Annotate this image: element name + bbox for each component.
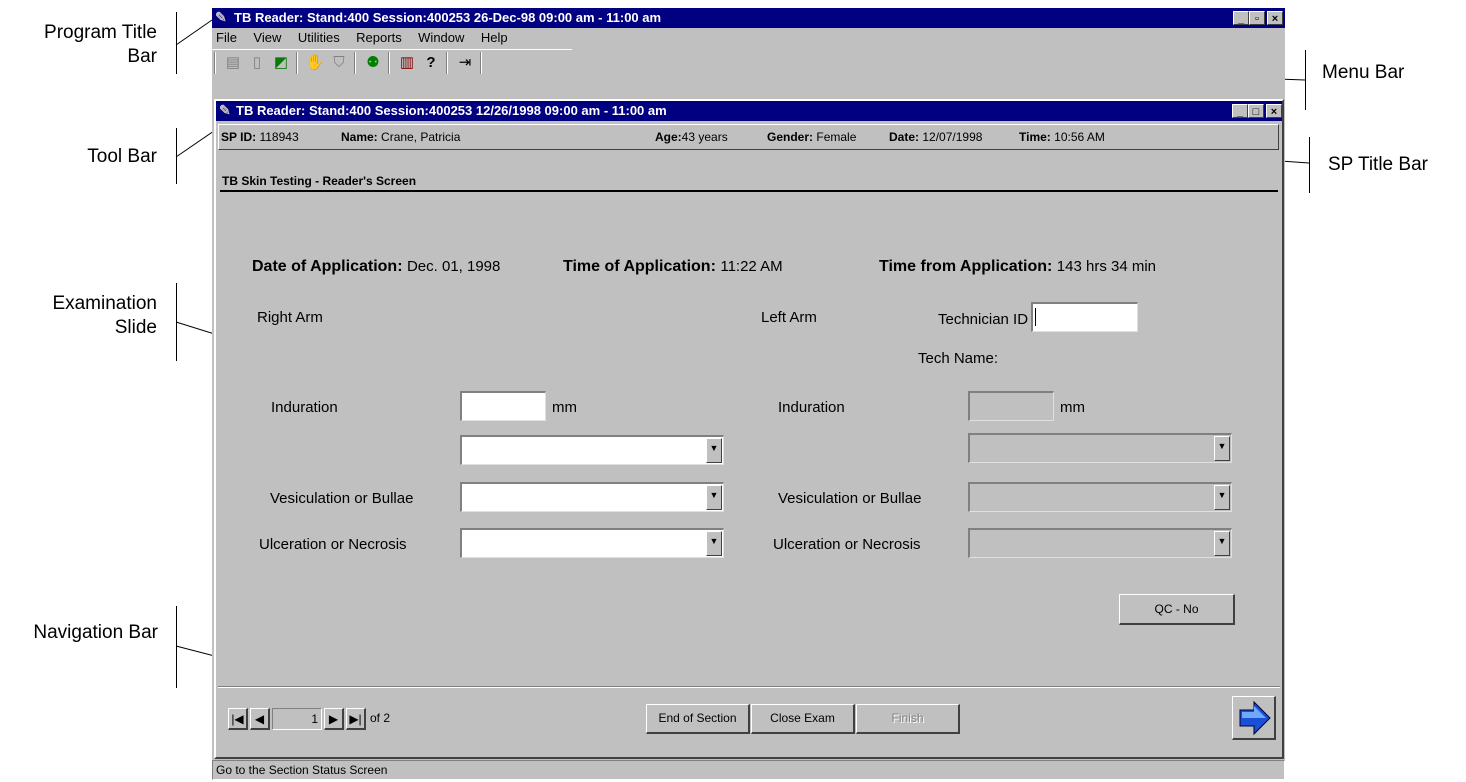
tool-bar: ▤ ▯ ◩ ✋ ⛉ ⚉ ▥ ? ⇥ [212, 49, 572, 76]
page-number-field[interactable]: 1 [272, 708, 322, 730]
users-icon[interactable]: ⚉ [362, 52, 384, 74]
chevron-down-icon[interactable]: ▼ [706, 531, 722, 556]
help-icon[interactable]: ? [420, 52, 442, 74]
next-page-button[interactable]: ▶ [324, 708, 344, 730]
time-from-application: Time from Application: 143 hrs 34 min [879, 258, 1157, 275]
sp-id-value: 118943 [259, 130, 299, 144]
technician-id-input[interactable] [1031, 302, 1138, 332]
child-close-button[interactable]: × [1266, 104, 1282, 118]
menu-view[interactable]: View [253, 30, 281, 45]
left-ulceration-select[interactable]: ▼ [968, 528, 1232, 558]
clipboard-icon[interactable]: ▯ [246, 52, 268, 74]
reports-icon[interactable]: ▥ [396, 52, 418, 74]
left-induration-select[interactable]: ▼ [968, 433, 1232, 463]
finish-button[interactable]: Finish [856, 704, 960, 734]
tech-name-label: Tech Name: [918, 350, 999, 367]
text-cursor [1035, 308, 1036, 326]
section-divider [220, 190, 1278, 192]
prev-page-button[interactable]: ◀ [250, 708, 270, 730]
right-induration-input[interactable] [460, 391, 546, 421]
status-bar: Go to the Section Status Screen [212, 760, 1285, 780]
status-text: Go to the Section Status Screen [216, 763, 388, 777]
section-title: TB Skin Testing - Reader's Screen [222, 174, 417, 188]
child-window [214, 99, 1284, 759]
age-value: 43 years [681, 130, 728, 144]
menu-window[interactable]: Window [418, 30, 464, 45]
child-title-bar: ✎ TB Reader: Stand:400 Session:400253 12… [216, 101, 1282, 121]
menu-reports[interactable]: Reports [356, 30, 402, 45]
end-of-section-button[interactable]: End of Section [646, 704, 750, 734]
left-ulceration-label: Ulceration or Necrosis [773, 536, 921, 553]
menu-file[interactable]: File [216, 30, 237, 45]
chevron-down-icon[interactable]: ▼ [1214, 531, 1230, 556]
gender-label: Gender: [767, 130, 814, 144]
chevron-down-icon[interactable]: ▼ [1214, 436, 1230, 461]
left-induration-label: Induration [778, 399, 845, 416]
program-window: ✎ TB Reader: Stand:400 Session:400253 26… [212, 8, 1285, 780]
chevron-down-icon[interactable]: ▼ [706, 485, 722, 510]
toolbar-grip [214, 52, 216, 74]
date-of-application: Date of Application: Dec. 01, 1998 [252, 258, 501, 275]
qc-button[interactable]: QC - No [1119, 594, 1235, 625]
program-title: TB Reader: Stand:400 Session:400253 26-D… [234, 10, 662, 25]
right-induration-select[interactable]: ▼ [460, 435, 724, 465]
age-label: Age: [655, 130, 682, 144]
time-label: Time: [1019, 130, 1051, 144]
gender-value: Female [816, 130, 857, 144]
new-icon[interactable]: ▤ [222, 52, 244, 74]
right-induration-unit: mm [552, 399, 577, 416]
next-arrow-icon[interactable] [1232, 696, 1276, 740]
toolbar-separator [354, 52, 356, 74]
child-minimize-button[interactable]: _ [1232, 104, 1248, 118]
left-induration-unit: mm [1060, 399, 1085, 416]
child-title: TB Reader: Stand:400 Session:400253 12/2… [236, 103, 667, 118]
stop-hand-icon[interactable]: ✋ [304, 52, 326, 74]
chevron-down-icon[interactable]: ▼ [1214, 485, 1230, 510]
first-page-button[interactable]: |◀ [228, 708, 248, 730]
sp-title-bar: SP ID: 118943 Name: Crane, Patricia Age:… [218, 124, 1279, 150]
time-of-application: Time of Application: 11:22 AM [563, 258, 783, 275]
menu-utilities[interactable]: Utilities [298, 30, 340, 45]
left-vesiculation-label: Vesiculation or Bullae [778, 490, 922, 507]
close-button[interactable]: × [1267, 11, 1283, 25]
time-value: 10:56 AM [1054, 130, 1105, 144]
right-arm-heading: Right Arm [257, 309, 323, 326]
exit-icon[interactable]: ⇥ [454, 52, 476, 74]
right-ulceration-label: Ulceration or Necrosis [259, 536, 407, 553]
toolbar-separator [296, 52, 298, 74]
restore-button[interactable]: ▫ [1249, 11, 1265, 25]
date-value: 12/07/1998 [922, 130, 983, 144]
toolbar-separator [446, 52, 448, 74]
date-label: Date: [889, 130, 920, 144]
page-count: of 2 [370, 711, 391, 725]
app-icon: ✎ [219, 102, 231, 118]
menu-bar: File View Utilities Reports Window Help [216, 29, 520, 47]
name-label: Name: [341, 130, 378, 144]
right-vesiculation-select[interactable]: ▼ [460, 482, 724, 512]
open-icon[interactable]: ◩ [270, 52, 292, 74]
right-induration-label: Induration [271, 399, 338, 416]
last-page-button[interactable]: ▶| [346, 708, 366, 730]
app-icon: ✎ [215, 9, 227, 25]
program-title-bar: ✎ TB Reader: Stand:400 Session:400253 26… [212, 8, 1285, 28]
technician-id-label: Technician ID [938, 311, 1029, 328]
sp-id-label: SP ID: [221, 130, 257, 144]
left-induration-input[interactable] [968, 391, 1054, 421]
left-arm-heading: Left Arm [761, 309, 817, 326]
right-vesiculation-label: Vesiculation or Bullae [270, 490, 414, 507]
navigation-bar [218, 686, 1280, 688]
filter-icon[interactable]: ⛉ [328, 52, 350, 74]
name-value: Crane, Patricia [381, 130, 461, 144]
right-ulceration-select[interactable]: ▼ [460, 528, 724, 558]
toolbar-separator [388, 52, 390, 74]
chevron-down-icon[interactable]: ▼ [706, 438, 722, 463]
toolbar-separator [480, 52, 482, 74]
minimize-button[interactable]: _ [1233, 11, 1249, 25]
menu-help[interactable]: Help [481, 30, 508, 45]
left-vesiculation-select[interactable]: ▼ [968, 482, 1232, 512]
child-maximize-button[interactable]: □ [1248, 104, 1264, 118]
close-exam-button[interactable]: Close Exam [751, 704, 855, 734]
